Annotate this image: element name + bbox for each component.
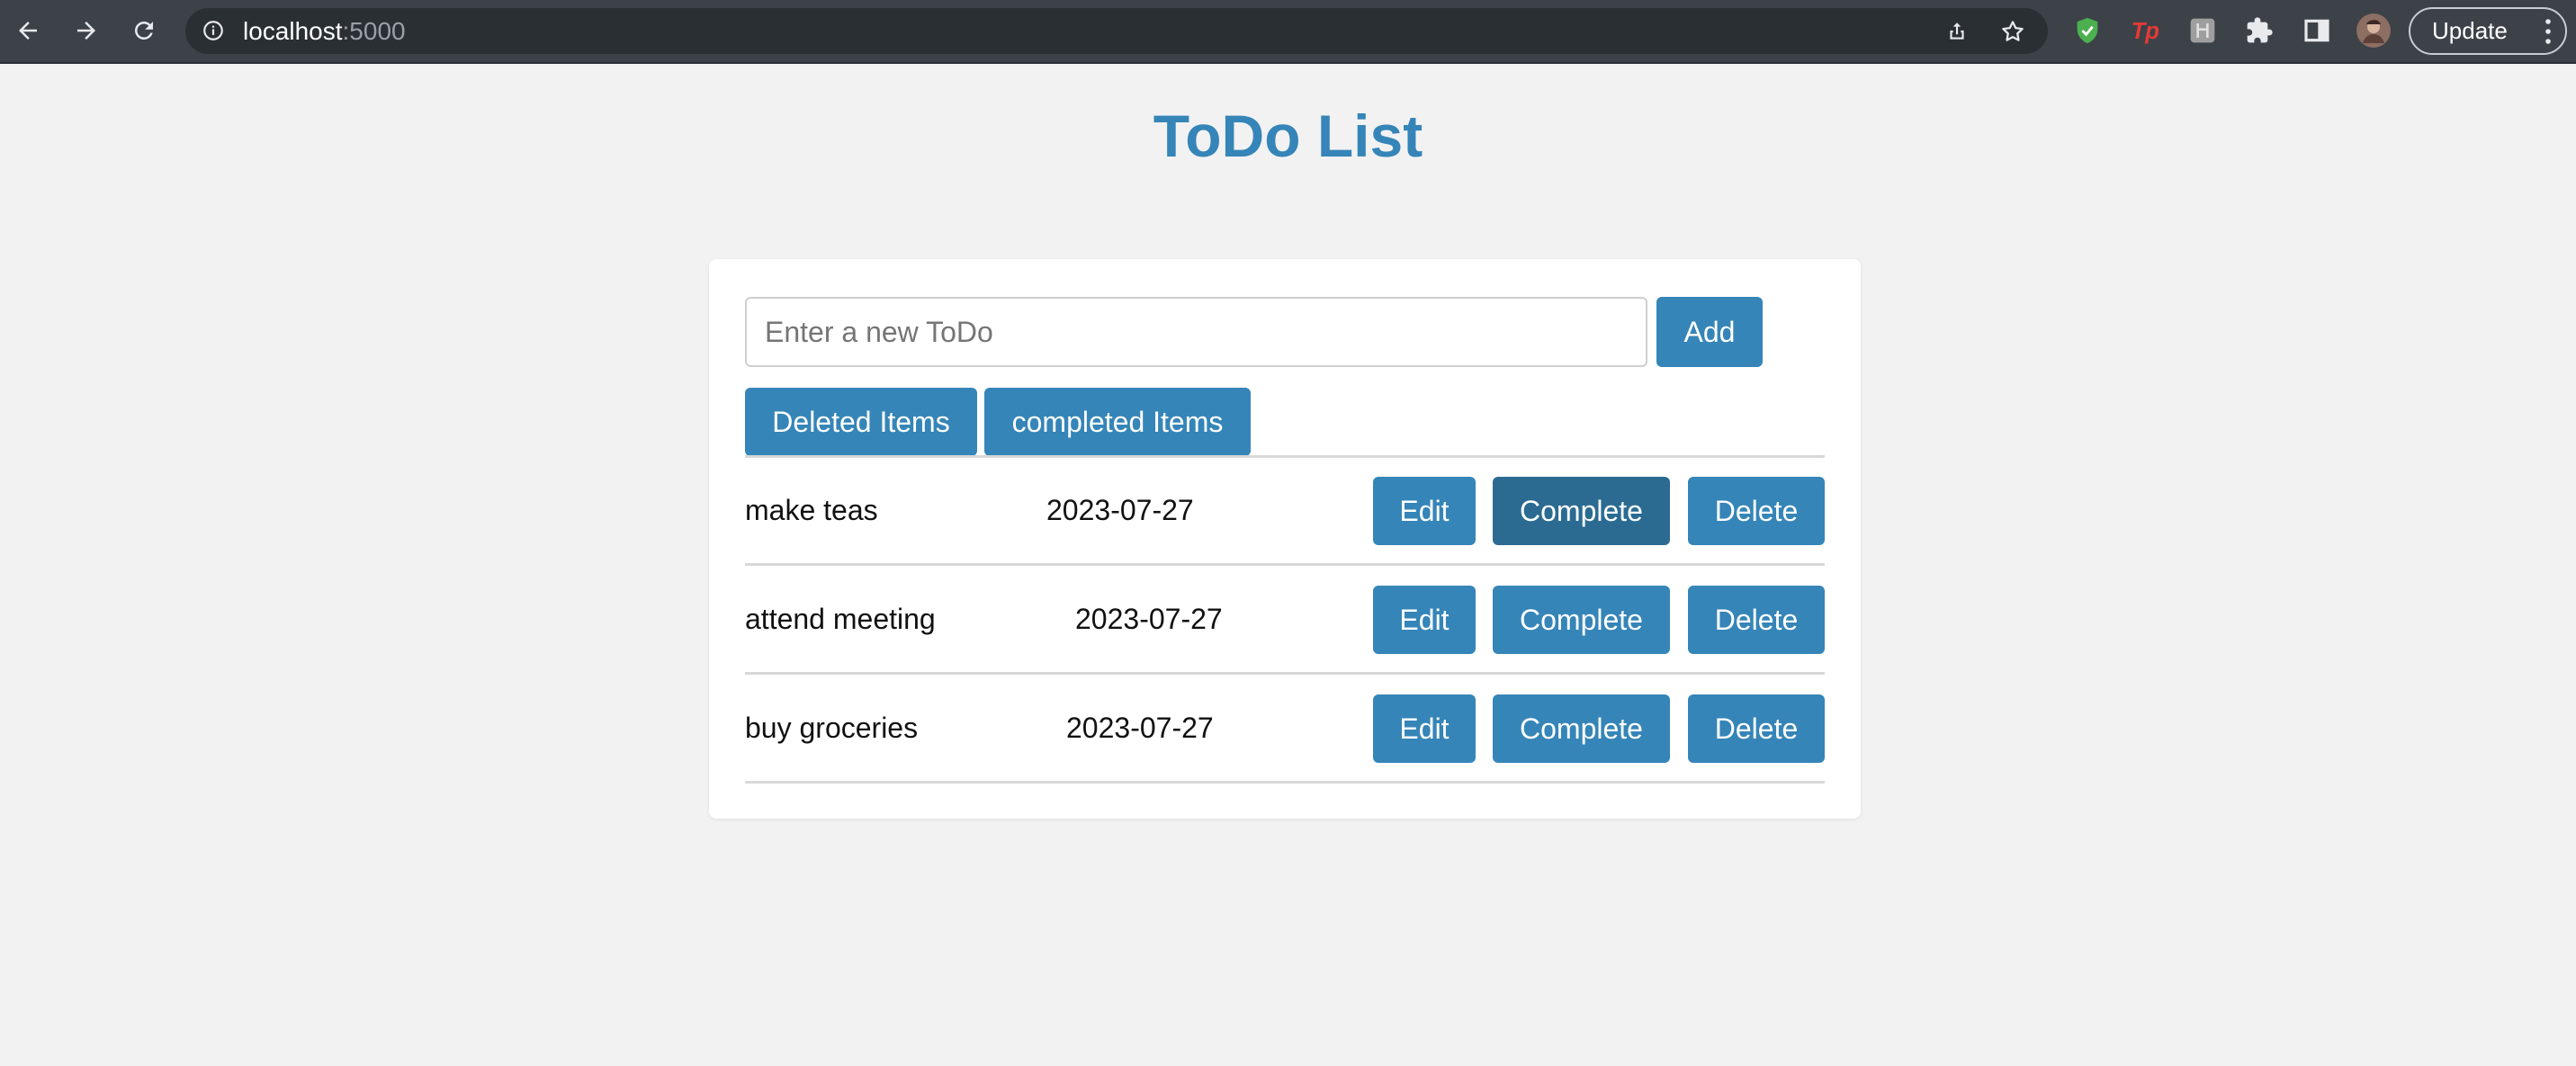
delete-button[interactable]: Delete bbox=[1688, 586, 1825, 654]
complete-button[interactable]: Complete bbox=[1493, 586, 1670, 654]
divider bbox=[745, 563, 1825, 566]
delete-button[interactable]: Delete bbox=[1688, 694, 1825, 763]
forward-arrow-icon[interactable] bbox=[67, 11, 106, 50]
edit-button[interactable]: Edit bbox=[1373, 477, 1476, 545]
todo-text: attend meeting bbox=[745, 603, 936, 635]
back-arrow-icon[interactable] bbox=[8, 11, 48, 50]
deleted-items-button[interactable]: Deleted Items bbox=[745, 388, 977, 456]
puzzle-icon[interactable] bbox=[2241, 13, 2277, 49]
divider bbox=[745, 455, 1825, 458]
new-todo-input[interactable] bbox=[745, 297, 1647, 367]
url-text: localhost:5000 bbox=[243, 18, 406, 45]
tp-extension-icon[interactable]: Tp bbox=[2127, 13, 2163, 49]
url-host: localhost bbox=[243, 17, 343, 45]
kebab-menu-icon bbox=[2545, 19, 2551, 44]
address-bar[interactable]: localhost:5000 bbox=[185, 8, 2048, 54]
todo-text: make teas bbox=[745, 494, 878, 526]
browser-toolbar: localhost:5000 Tp Update bbox=[0, 0, 2576, 64]
complete-button[interactable]: Complete bbox=[1493, 694, 1670, 763]
edit-button[interactable]: Edit bbox=[1373, 586, 1476, 654]
complete-button[interactable]: Complete bbox=[1493, 477, 1670, 545]
share-icon[interactable] bbox=[1943, 17, 1971, 46]
delete-button[interactable]: Delete bbox=[1688, 477, 1825, 545]
divider bbox=[745, 781, 1825, 784]
todo-date: 2023-07-27 bbox=[1046, 494, 1194, 526]
todo-text: buy groceries bbox=[745, 712, 919, 744]
todo-card: Add Deleted Items completed Items make t… bbox=[709, 259, 1861, 819]
edit-button[interactable]: Edit bbox=[1373, 694, 1476, 763]
divider bbox=[745, 672, 1825, 675]
update-button[interactable]: Update bbox=[2409, 7, 2567, 55]
sidepanel-icon[interactable] bbox=[2299, 13, 2335, 49]
info-icon[interactable] bbox=[200, 17, 227, 44]
todo-date: 2023-07-27 bbox=[1075, 603, 1223, 635]
completed-items-button[interactable]: completed Items bbox=[984, 388, 1251, 456]
todo-date: 2023-07-27 bbox=[1066, 712, 1214, 744]
url-port: :5000 bbox=[342, 17, 406, 45]
reload-icon[interactable] bbox=[124, 11, 164, 50]
add-button[interactable]: Add bbox=[1656, 297, 1763, 367]
star-icon[interactable] bbox=[1998, 17, 2027, 46]
avatar[interactable] bbox=[2356, 13, 2392, 49]
svg-text:Tp: Tp bbox=[2132, 19, 2159, 44]
shield-extension-icon[interactable] bbox=[2069, 13, 2105, 49]
box-extension-icon[interactable] bbox=[2185, 13, 2221, 49]
update-label: Update bbox=[2432, 17, 2508, 44]
page-title: ToDo List bbox=[1153, 103, 1423, 169]
